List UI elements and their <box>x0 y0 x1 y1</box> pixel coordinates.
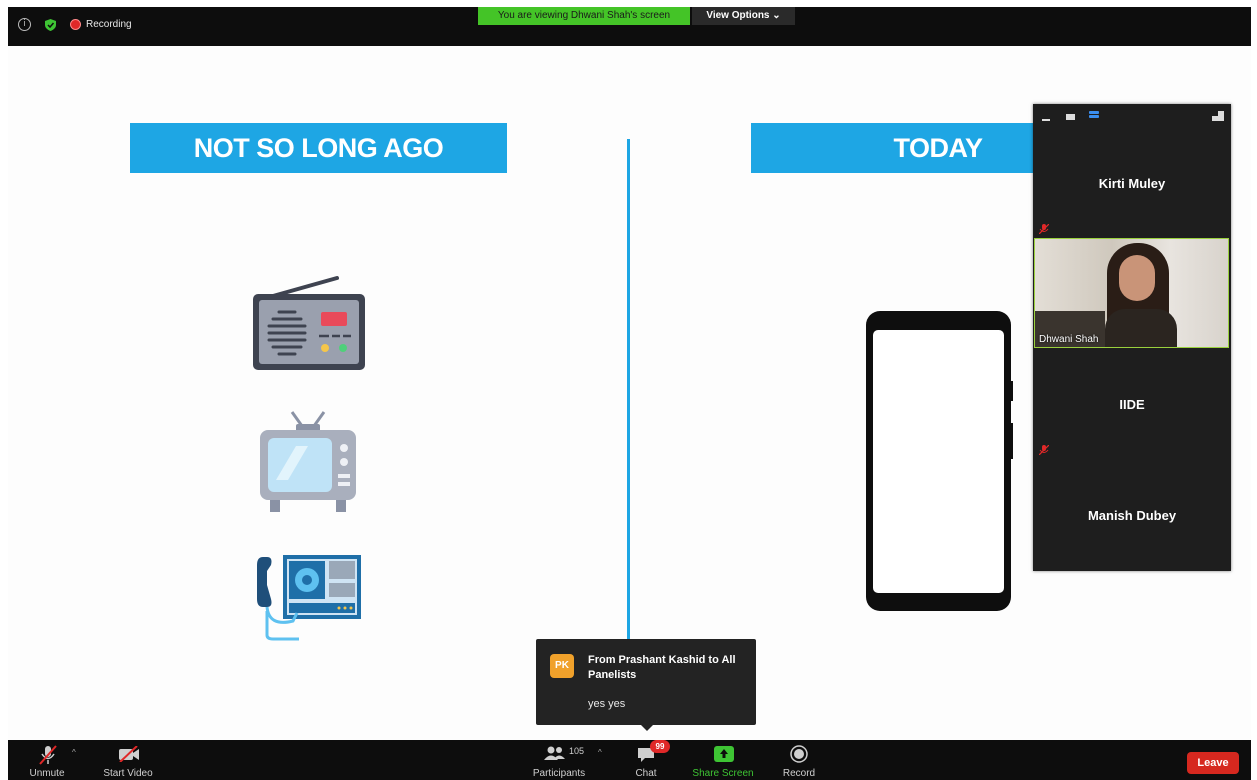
strip-view-icon[interactable] <box>1089 111 1099 121</box>
participants-label: Participants <box>532 768 586 779</box>
start-video-button[interactable]: Start Video <box>98 740 158 780</box>
participants-options-chevron-icon[interactable]: ^ <box>598 748 602 757</box>
gallery-header <box>1033 104 1231 128</box>
start-video-label: Start Video <box>103 768 153 779</box>
participant-name: Manish Dubey <box>1087 508 1177 523</box>
muted-mic-icon <box>1039 445 1049 455</box>
video-off-icon <box>119 746 139 762</box>
participant-name: Dhwani Shah <box>1039 334 1099 345</box>
video-gallery-panel: Kirti Muley Dhwani Shah IIDE Manish Dube… <box>1033 104 1231 571</box>
participants-button[interactable]: 105 Participants <box>528 740 590 780</box>
leave-button[interactable]: Leave <box>1187 752 1239 774</box>
participant-tile[interactable]: IIDE <box>1033 349 1231 459</box>
television-icon <box>260 411 356 512</box>
meeting-top-bar: i Recording You are viewing Dhwani Shah'… <box>8 7 1251 46</box>
avatar: PK <box>550 654 574 678</box>
unmute-button[interactable]: Unmute <box>20 740 74 780</box>
record-icon <box>790 745 808 763</box>
active-speaker-view-icon[interactable] <box>1066 114 1075 120</box>
view-options-button[interactable]: View Options ⌄ <box>692 7 795 25</box>
telephone-icon <box>257 555 361 641</box>
meeting-status-icons: i Recording <box>18 18 132 31</box>
minimize-icon[interactable] <box>1042 119 1050 121</box>
smartphone-button <box>1010 381 1013 401</box>
chat-label: Chat <box>635 768 657 779</box>
meeting-toolbar: Unmute ^ Start Video 105 Participants ^ … <box>8 740 1251 780</box>
record-label: Record <box>782 768 816 779</box>
info-icon[interactable]: i <box>18 18 31 31</box>
radio-icon <box>253 276 365 370</box>
record-button[interactable]: Record <box>778 740 820 780</box>
participant-video-tile[interactable]: Dhwani Shah <box>1034 238 1229 348</box>
participant-tile[interactable]: Manish Dubey <box>1033 460 1231 570</box>
smartphone-icon <box>866 311 1013 611</box>
chat-unread-badge: 99 <box>650 740 670 753</box>
participants-count: 105 <box>569 746 585 756</box>
participant-video <box>1105 309 1177 347</box>
chat-sender: From Prashant Kashid to All Panelists <box>588 654 736 681</box>
participant-tile[interactable]: Kirti Muley <box>1033 128 1231 238</box>
participant-video <box>1119 255 1155 301</box>
slide-divider <box>627 139 630 645</box>
smartphone-screen <box>873 330 1004 593</box>
recording-dot-icon <box>70 19 81 30</box>
viewing-screen-banner: You are viewing Dhwani Shah's screen <box>478 7 690 25</box>
unmute-label: Unmute <box>29 768 65 779</box>
recording-label: Recording <box>86 19 132 30</box>
share-screen-label: Share Screen <box>692 768 754 779</box>
encryption-shield-icon[interactable] <box>45 18 56 31</box>
exit-minimized-icon[interactable] <box>1212 111 1224 121</box>
smartphone-button <box>1010 423 1013 459</box>
share-screen-icon <box>714 746 734 762</box>
chat-message: yes yes <box>588 698 626 710</box>
slide-heading-left: NOT SO LONG AGO <box>130 123 507 173</box>
participant-name: IIDE <box>1119 397 1145 412</box>
muted-mic-icon <box>39 745 57 765</box>
participant-name: Kirti Muley <box>1098 176 1166 191</box>
muted-mic-icon <box>1039 224 1049 234</box>
share-screen-button[interactable]: Share Screen <box>690 740 756 780</box>
recording-indicator[interactable]: Recording <box>70 19 132 30</box>
audio-options-chevron-icon[interactable]: ^ <box>72 748 76 757</box>
participants-icon <box>544 746 565 760</box>
chat-notification-popup[interactable]: PK From Prashant Kashid to All Panelists… <box>536 639 756 731</box>
